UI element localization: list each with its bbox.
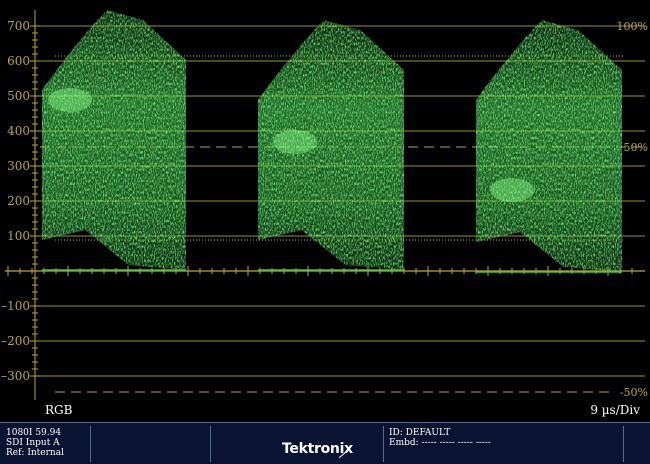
- scale-label: 300: [7, 159, 30, 173]
- status-cell-end: [623, 426, 650, 462]
- scale-label: 600: [7, 54, 30, 68]
- trace-highlight: [48, 88, 92, 112]
- trace-highlight: [273, 130, 317, 154]
- status-input: SDI Input A: [6, 438, 60, 448]
- scale-label: –200: [1, 334, 30, 348]
- percent-label: 100%: [617, 20, 648, 33]
- status-embd: Embd: ----- ----- ----- -----: [389, 438, 491, 448]
- status-format: 1080I 59.94: [6, 428, 62, 438]
- status-cell-3: [210, 426, 255, 462]
- scale-label: 500: [7, 89, 30, 103]
- time-division-label: 9 µs/Div: [590, 403, 640, 417]
- trace-grain: [42, 10, 186, 270]
- scale-label: 400: [7, 124, 30, 138]
- scale-label: –100: [1, 299, 30, 313]
- scale-label: 200: [7, 194, 30, 208]
- waveform-display: 700 600 500 400 300 200 100 –100 –200 –300 100% 50%…: [1, 10, 648, 400]
- scale-label: 700: [7, 19, 30, 33]
- percent-label: -50%: [620, 386, 648, 399]
- trace-highlight: [490, 178, 534, 202]
- scale-label: –300: [1, 369, 30, 383]
- percent-label: 50%: [624, 141, 648, 154]
- status-id: ID: DEFAULT: [389, 428, 451, 438]
- trace-grain: [476, 20, 622, 272]
- status-ref: Ref: Internal: [6, 448, 64, 458]
- trace-group: [42, 10, 622, 273]
- scale-label: 100: [7, 229, 30, 243]
- color-mode-label: RGB: [45, 403, 73, 417]
- status-cell-2: [90, 426, 210, 462]
